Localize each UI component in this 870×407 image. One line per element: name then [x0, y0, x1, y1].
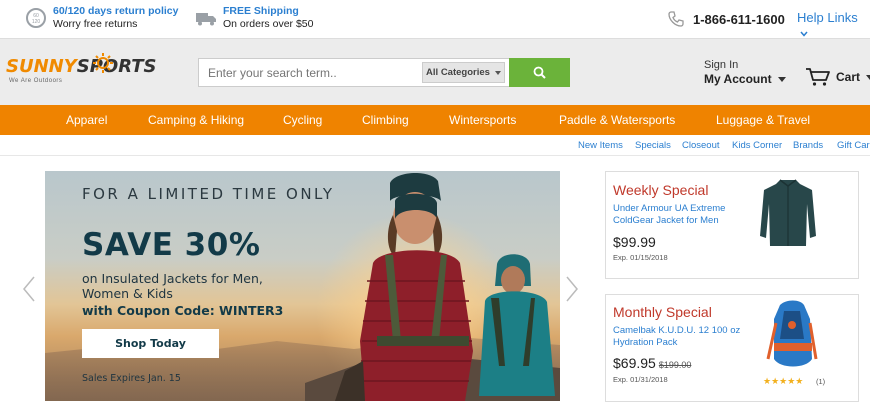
chevron-down-icon: [800, 31, 808, 37]
caret-down-icon: [866, 74, 870, 80]
category-select-label: All Categories: [426, 67, 490, 78]
subnav-brands[interactable]: Brands: [793, 140, 823, 151]
help-links-menu[interactable]: Help Links: [797, 10, 870, 40]
review-count[interactable]: (1): [816, 377, 825, 386]
phone-icon: [668, 11, 684, 27]
carousel-prev-arrow-icon[interactable]: [22, 275, 36, 303]
hero-expiry: Sales Expires Jan. 15: [82, 373, 181, 384]
subnav-gift-cards[interactable]: Gift Car: [837, 140, 870, 151]
logo-sunny: SUNNY: [6, 56, 77, 77]
svg-text:120: 120: [32, 19, 41, 25]
weekly-special-price: $99.99: [613, 234, 656, 250]
logo-sports: SPORTS: [76, 56, 157, 77]
search-bar: All Categories: [198, 58, 570, 87]
free-shipping-title: FREE Shipping: [223, 5, 299, 17]
sub-nav: New Items Specials Closeout Kids Corner …: [0, 140, 870, 152]
nav-item-apparel[interactable]: Apparel: [66, 113, 107, 127]
rating-stars: ★★★★★: [763, 376, 804, 386]
logo-tagline: We Are Outdoors: [9, 78, 63, 84]
weekly-special-card[interactable]: Weekly Special Under Armour UA Extreme C…: [605, 171, 859, 279]
free-shipping-promo[interactable]: FREE Shipping On orders over $50: [195, 5, 313, 31]
shop-today-button[interactable]: Shop Today: [82, 329, 219, 358]
return-policy-title: 60/120 days return policy: [53, 5, 179, 17]
sign-in-label: Sign In: [704, 59, 739, 71]
search-button[interactable]: [509, 58, 570, 87]
nav-item-luggage-travel[interactable]: Luggage & Travel: [716, 113, 810, 127]
monthly-special-price: $69.95: [613, 355, 656, 371]
my-account-label: My Account: [704, 72, 772, 86]
phone-contact[interactable]: 1-866-611-1600: [667, 10, 785, 28]
sunnysports-logo[interactable]: SUNNYSPORTS We Are Outdoors: [6, 53, 186, 92]
hero-hiker-man-image: [479, 254, 555, 396]
hydration-pack-image[interactable]: [766, 299, 818, 373]
return-policy-icon: 60 120: [26, 8, 46, 28]
caret-down-icon: [494, 70, 501, 75]
account-menu[interactable]: Sign In My Account: [704, 59, 786, 87]
caret-down-icon: [777, 77, 786, 83]
cart-icon: [806, 68, 830, 86]
cart-label: Cart: [836, 70, 861, 84]
monthly-special-old-price: $199.00: [658, 360, 692, 370]
return-policy-sub: Worry free returns: [53, 18, 138, 30]
weekly-special-title: Weekly Special: [613, 182, 709, 198]
nav-item-wintersports[interactable]: Wintersports: [449, 113, 516, 127]
monthly-special-title: Monthly Special: [613, 304, 712, 320]
site-header: SUNNYSPORTS We Are Outdoors All Categori…: [0, 38, 870, 105]
hero-banner[interactable]: FOR A LIMITED TIME ONLY SAVE 30% on Insu…: [45, 171, 560, 401]
monthly-special-card[interactable]: Monthly Special Camelbak K.U.D.U. 12 100…: [605, 294, 859, 402]
divider: [0, 155, 870, 156]
main-nav: Apparel Camping & Hiking Cycling Climbin…: [0, 105, 870, 135]
nav-item-cycling[interactable]: Cycling: [283, 113, 322, 127]
nav-item-camping-hiking[interactable]: Camping & Hiking: [148, 113, 244, 127]
weekly-special-expiry: Exp. 01/15/2018: [613, 253, 668, 262]
truck-icon: [196, 13, 216, 26]
subnav-new-items[interactable]: New Items: [578, 140, 623, 151]
weekly-special-product-link[interactable]: Under Armour UA Extreme ColdGear Jacket …: [613, 203, 753, 227]
jacket-image[interactable]: [758, 176, 818, 248]
search-input[interactable]: [199, 59, 422, 86]
hero-subtext: on Insulated Jackets for Men, Women & Ki…: [82, 271, 263, 301]
nav-item-climbing[interactable]: Climbing: [362, 113, 409, 127]
free-shipping-sub: On orders over $50: [223, 18, 314, 30]
subnav-kids-corner[interactable]: Kids Corner: [732, 140, 782, 151]
phone-number: 1-866-611-1600: [693, 11, 785, 27]
carousel-next-arrow-icon[interactable]: [565, 275, 579, 303]
help-links-label: Help Links: [797, 10, 858, 25]
hero-coupon-code: with Coupon Code: WINTER3: [82, 303, 284, 318]
top-bar: 60 120 60/120 days return policy Worry f…: [0, 0, 870, 38]
return-policy-promo[interactable]: 60 120 60/120 days return policy Worry f…: [25, 5, 178, 31]
monthly-special-expiry: Exp. 01/31/2018: [613, 375, 668, 384]
subnav-closeout[interactable]: Closeout: [682, 140, 720, 151]
subnav-specials[interactable]: Specials: [635, 140, 671, 151]
search-icon: [533, 66, 546, 79]
hero-headline: SAVE 30%: [82, 227, 261, 263]
nav-item-paddle-watersports[interactable]: Paddle & Watersports: [559, 113, 675, 127]
monthly-special-product-link[interactable]: Camelbak K.U.D.U. 12 100 oz Hydration Pa…: [613, 325, 753, 349]
category-select[interactable]: All Categories: [422, 62, 505, 83]
hero-eyebrow: FOR A LIMITED TIME ONLY: [82, 185, 335, 203]
sun-icon: [93, 53, 113, 73]
cart-button[interactable]: Cart: [805, 67, 870, 87]
